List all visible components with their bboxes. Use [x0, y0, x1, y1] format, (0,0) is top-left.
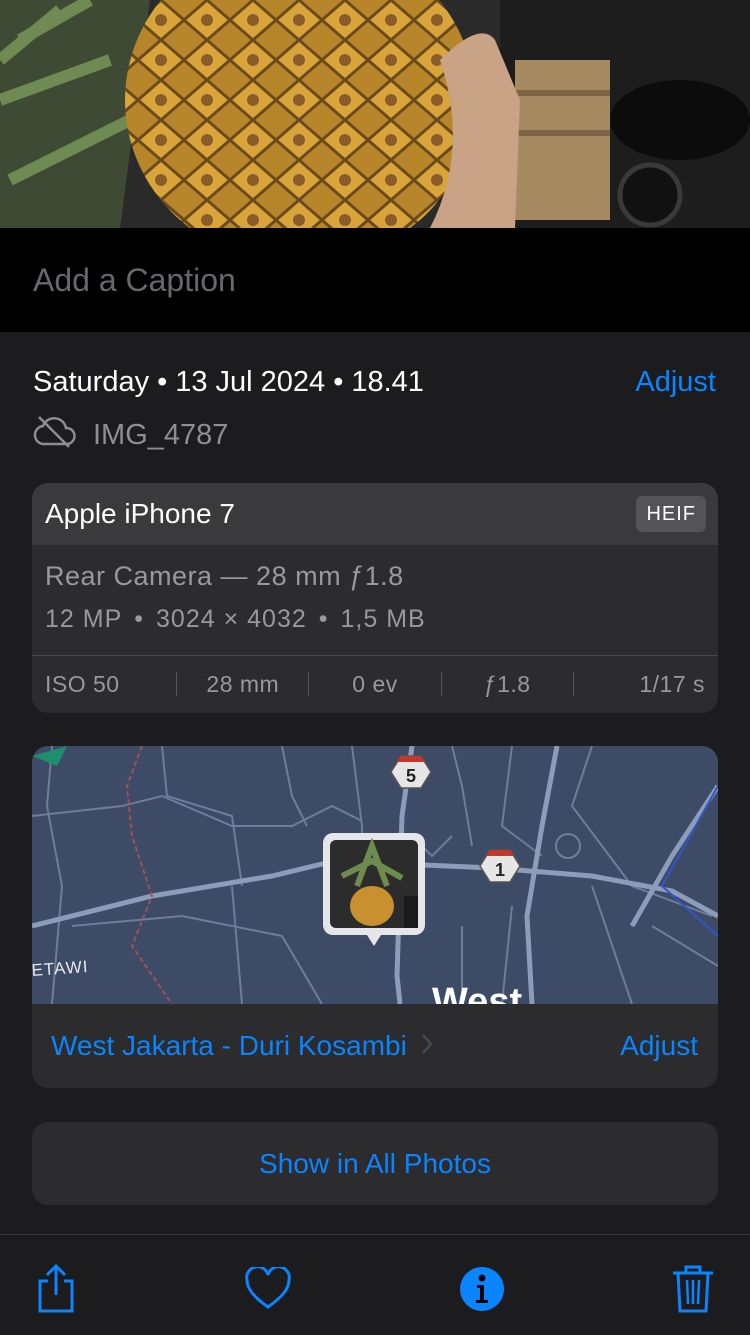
separator-dot: • [157, 366, 168, 398]
day-label: Saturday [33, 366, 150, 398]
map-area-label: ETAWI [32, 957, 89, 980]
info-icon[interactable] [456, 1263, 508, 1315]
filename: IMG_4787 [93, 418, 229, 451]
adjust-location-button[interactable]: Adjust [620, 1030, 698, 1062]
separator-dot: • [134, 605, 145, 633]
time-label: 18.41 [351, 366, 424, 398]
device-name: Apple iPhone 7 [45, 498, 235, 529]
route-5-badge: 5 [390, 755, 432, 789]
caption-input[interactable] [33, 256, 713, 304]
caption-bar [0, 228, 750, 332]
format-badge: HEIF [636, 496, 706, 532]
exif-row: ISO 50 28 mm 0 ev ƒ1.8 1/17 s [32, 656, 718, 712]
map-city-label: West [432, 981, 522, 1004]
date-label: 13 Jul 2024 [175, 366, 326, 398]
trash-icon[interactable] [667, 1263, 719, 1315]
focal-length-value: 28 mm [206, 670, 280, 697]
route-1-badge: 1 [479, 849, 521, 883]
location-map[interactable]: 5 1 ETAWI West [32, 746, 718, 1004]
camera-header: Apple iPhone 7 HEIF [32, 483, 718, 545]
photo-location-pin[interactable] [323, 833, 425, 946]
photo-preview[interactable] [0, 0, 750, 228]
location-name: West Jakarta - Duri Kosambi [51, 1030, 407, 1061]
info-panel: Saturday • 13 Jul 2024 • 18.41 Adjust IMG_47… [0, 332, 750, 1234]
exposure-value: 0 ev [352, 670, 398, 697]
bottom-toolbar [0, 1234, 750, 1335]
separator-dot: • [318, 605, 329, 633]
lens-info: Rear Camera — 28 mm ƒ1.8 [45, 561, 404, 591]
date-time: Saturday • 13 Jul 2024 • 18.41 [33, 366, 424, 399]
adjust-date-button[interactable]: Adjust [635, 366, 716, 399]
location-footer: West Jakarta - Duri Kosambi Adjust [32, 1004, 718, 1088]
separator-dot: • [333, 366, 344, 398]
resolution: 3024 × 4032 [156, 605, 307, 633]
camera-details: Rear Camera — 28 mm ƒ1.8 12 MP • 3024 × 40… [32, 545, 718, 656]
cloud-off-icon [33, 414, 77, 456]
location-card: 5 1 ETAWI West West Jakarta - Duri Kosam… [32, 746, 718, 1088]
share-icon[interactable] [30, 1263, 82, 1315]
route-5-label: 5 [406, 766, 416, 786]
image-specs: 12 MP • 3024 × 4032 • 1,5 MB [45, 605, 426, 634]
chevron-right-icon [421, 1030, 433, 1062]
heart-icon[interactable] [242, 1263, 294, 1315]
location-link[interactable]: West Jakarta - Duri Kosambi [51, 1030, 433, 1062]
pineapple-photo [0, 0, 750, 228]
show-in-all-photos-button[interactable]: Show in All Photos [32, 1122, 718, 1205]
iso-value: ISO 50 [45, 670, 120, 697]
file-info: IMG_4787 [33, 414, 228, 456]
camera-info-card: Apple iPhone 7 HEIF Rear Camera — 28 mm … [32, 483, 718, 713]
file-size: 1,5 MB [340, 605, 426, 633]
shutter-value: 1/17 s [639, 670, 706, 697]
route-1-label: 1 [495, 860, 505, 880]
megapixels: 12 MP [45, 605, 123, 633]
aperture-value: ƒ1.8 [483, 670, 531, 697]
